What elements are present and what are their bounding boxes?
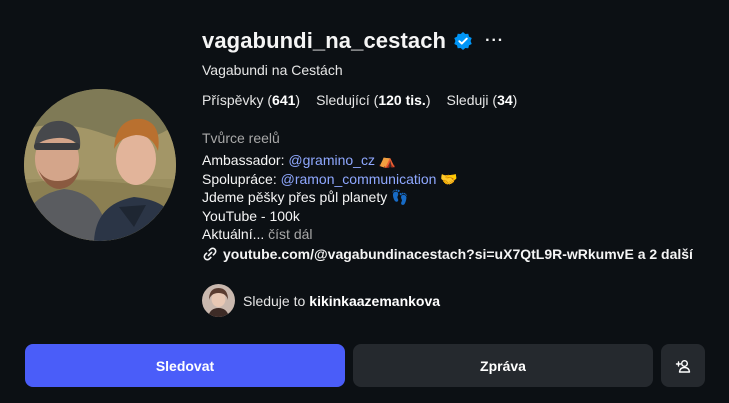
verified-badge-icon [453, 31, 473, 51]
message-button[interactable]: Zpráva [353, 344, 653, 387]
bio-line-ambassador: Ambassador: @gramino_cz ⛺ [202, 152, 397, 168]
profile-category: Tvůrce reelů [202, 130, 280, 146]
mention-ramon[interactable]: @ramon_communication [281, 171, 437, 187]
add-user-button[interactable] [661, 344, 705, 387]
external-link[interactable]: youtube.com/@vagabundinacestach?si=uX7Qt… [202, 246, 707, 262]
read-more-link[interactable]: číst dál [268, 226, 312, 242]
followed-by[interactable]: Sleduje to kikinkaazemankova [202, 284, 440, 317]
add-user-icon [675, 359, 691, 373]
bio-line-current: Aktuální... číst dál [202, 226, 313, 242]
link-icon [203, 247, 217, 261]
profile-full-name: Vagabundi na Cestách [202, 62, 343, 78]
profile-bio: Ambassador: @gramino_cz ⛺ Spolupráce: @r… [202, 151, 458, 244]
bio-line-youtube: YouTube - 100k [202, 207, 300, 224]
stat-following[interactable]: Sleduji (34) [446, 92, 517, 108]
mention-gramino[interactable]: @gramino_cz [288, 152, 375, 168]
followed-by-avatar [202, 284, 235, 317]
stat-followers[interactable]: Sledující (120 tis.) [316, 92, 430, 108]
external-link-text[interactable]: youtube.com/@vagabundinacestach?si=uX7Qt… [223, 246, 693, 262]
handshake-emoji: 🤝 [440, 170, 458, 187]
profile-username: vagabundi_na_cestach [202, 28, 447, 53]
followed-by-username[interactable]: kikinkaazemankova [309, 293, 440, 309]
bio-line-collab: Spolupráce: @ramon_communication 🤝 [202, 170, 458, 187]
profile-avatar[interactable] [24, 89, 176, 241]
tent-emoji: ⛺ [378, 152, 397, 168]
follow-button[interactable]: Sledovat [25, 344, 345, 387]
more-options-icon[interactable]: ··· [485, 33, 504, 49]
stat-posts[interactable]: Příspěvky (641) [202, 92, 300, 108]
footprints-emoji: 👣 [391, 189, 409, 205]
profile-stats: Příspěvky (641) Sledující (120 tis.) Sle… [202, 92, 533, 108]
bio-line-walking: Jdeme pěšky přes půl planety 👣 [202, 189, 409, 205]
